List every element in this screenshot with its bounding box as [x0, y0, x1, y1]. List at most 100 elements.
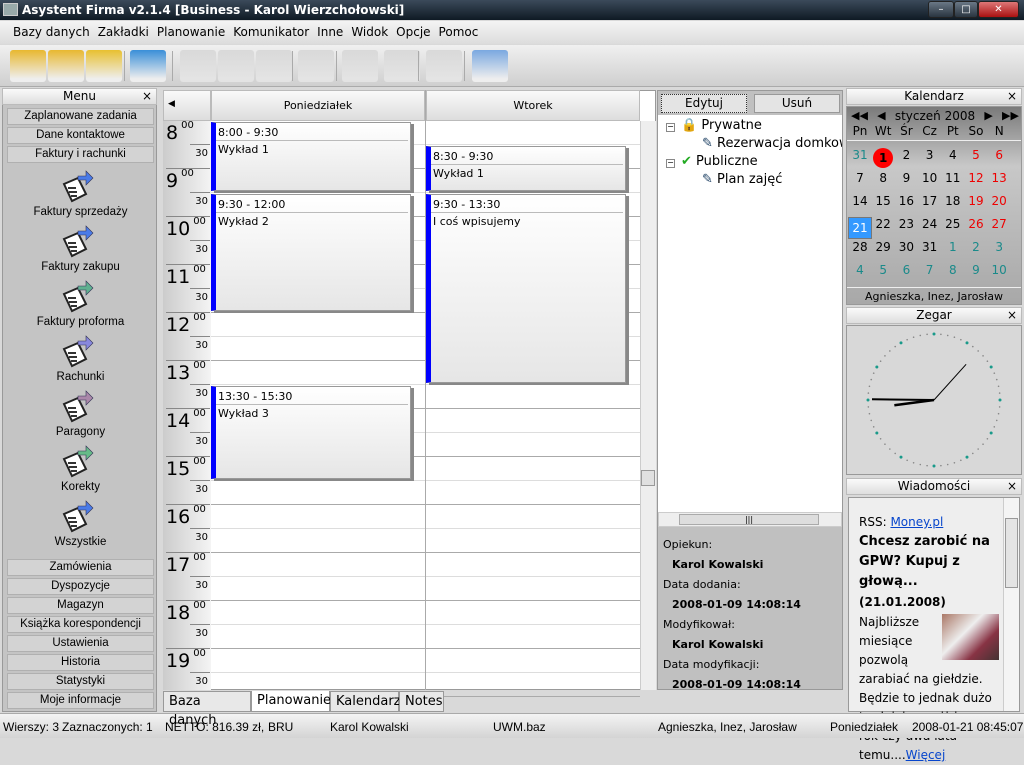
remove-icon[interactable] — [256, 50, 292, 82]
calendar-day[interactable]: 8 — [871, 171, 895, 185]
menu-7[interactable]: Pomoc — [439, 25, 479, 39]
menu-3[interactable]: Komunikator — [233, 25, 309, 39]
calendar-day[interactable]: 1 — [873, 148, 894, 168]
calendar-day[interactable]: 13 — [987, 171, 1011, 185]
close-db-icon[interactable] — [86, 50, 122, 82]
calendar-day[interactable]: 10 — [987, 263, 1011, 277]
sidebar-icon-label[interactable]: Wszystkie — [7, 536, 154, 548]
close-icon[interactable]: × — [1007, 479, 1017, 494]
calendar-day[interactable]: 7 — [918, 263, 942, 277]
calendar-day[interactable]: 18 — [941, 194, 965, 208]
invoice-icon[interactable] — [60, 280, 94, 314]
sidebar-item[interactable]: Moje informacje — [7, 692, 154, 709]
tree-group[interactable]: − ✔ Publiczne — [666, 154, 758, 169]
day-header[interactable]: Poniedziałek — [211, 90, 425, 121]
check-icon[interactable] — [298, 50, 334, 82]
add-icon[interactable] — [180, 50, 216, 82]
menu-1[interactable]: Zakładki — [98, 25, 149, 39]
calendar-day[interactable]: 24 — [918, 217, 942, 231]
close-icon[interactable]: × — [142, 89, 152, 104]
calendar-day[interactable]: 4 — [941, 148, 965, 162]
calendar-day[interactable]: 11 — [941, 171, 965, 185]
menu-0[interactable]: Bazy danych — [13, 25, 90, 39]
horizontal-scrollbar[interactable]: ||| — [658, 512, 842, 527]
sidebar-item[interactable]: Faktury i rachunki — [7, 146, 154, 163]
calendar-day[interactable]: 5 — [871, 263, 895, 277]
sidebar-item[interactable]: Zaplanowane zadania — [7, 108, 154, 125]
calendar-day[interactable]: 4 — [848, 263, 872, 277]
calendar-day[interactable]: 2 — [894, 148, 918, 162]
calendar-day[interactable]: 9 — [964, 263, 988, 277]
delete-button[interactable]: Usuń — [754, 94, 840, 113]
sidebar-icon-label[interactable]: Faktury zakupu — [7, 261, 154, 273]
menu-6[interactable]: Opcje — [396, 25, 430, 39]
calendar-day[interactable]: 31 — [848, 148, 872, 162]
edit-icon[interactable] — [218, 50, 254, 82]
sidebar-item[interactable]: Książka korespondencji — [7, 616, 154, 633]
menu-2[interactable]: Planowanie — [157, 25, 225, 39]
news-headline[interactable]: Chcesz zarobić na GPW? Kupuj z głową... — [859, 534, 990, 589]
calendar-day[interactable]: 5 — [964, 148, 988, 162]
sidebar-icon-label[interactable]: Paragony — [7, 426, 154, 438]
calendar-day[interactable]: 15 — [871, 194, 895, 208]
calendar-day[interactable]: 7 — [848, 171, 872, 185]
sidebar-item[interactable]: Dyspozycje — [7, 578, 154, 595]
invoice-icon[interactable] — [60, 445, 94, 479]
calendar-day[interactable]: 20 — [987, 194, 1011, 208]
event[interactable]: 8:30 - 9:30 Wykład 1 — [426, 146, 626, 191]
open-db-icon[interactable] — [10, 50, 46, 82]
invoice-icon[interactable] — [60, 500, 94, 534]
minimize-button[interactable]: – — [928, 1, 954, 18]
invoice-icon[interactable] — [60, 390, 94, 424]
calendar-day[interactable]: 9 — [894, 171, 918, 185]
tree-group[interactable]: − 🔒 Prywatne — [666, 118, 762, 133]
calendar-day[interactable]: 28 — [848, 240, 872, 254]
export-icon[interactable] — [342, 50, 378, 82]
sidebar-icon-label[interactable]: Rachunki — [7, 371, 154, 383]
close-icon[interactable]: × — [1007, 89, 1017, 104]
scroll-left-button[interactable]: ◀ — [163, 90, 211, 121]
news-scrollbar[interactable] — [1003, 498, 1019, 711]
calendar-day[interactable]: 12 — [964, 171, 988, 185]
calendar-day[interactable]: 30 — [894, 240, 918, 254]
event[interactable]: 9:30 - 12:00 Wykład 2 — [211, 194, 411, 311]
calendar-day[interactable]: 21 — [848, 217, 872, 239]
edit-button[interactable]: Edytuj — [661, 94, 747, 113]
calendar-day[interactable]: 31 — [918, 240, 942, 254]
calendar-day[interactable]: 26 — [964, 217, 988, 231]
calendar-day[interactable]: 1 — [941, 240, 965, 254]
prev-month-icon[interactable]: ◀ — [877, 109, 885, 123]
event[interactable]: 13:30 - 15:30 Wykład 3 — [211, 386, 411, 479]
close-icon[interactable]: × — [1007, 308, 1017, 323]
menu-5[interactable]: Widok — [351, 25, 388, 39]
event[interactable]: 9:30 - 13:30 I coś wpisujemy — [426, 194, 626, 383]
tab-planowanie[interactable]: Planowanie — [251, 691, 331, 712]
calendar-day[interactable]: 27 — [987, 217, 1011, 231]
maximize-button[interactable]: □ — [954, 1, 978, 18]
sidebar-item[interactable]: Zamówienia — [7, 559, 154, 576]
print-icon[interactable] — [130, 50, 166, 82]
calendar-day[interactable]: 10 — [918, 171, 942, 185]
calendar-day[interactable]: 3 — [987, 240, 1011, 254]
invoice-icon[interactable] — [60, 170, 94, 204]
calendar-day[interactable]: 6 — [987, 148, 1011, 162]
tab-baza-danych[interactable]: Baza danych — [163, 691, 251, 728]
calculator-icon[interactable] — [472, 50, 508, 82]
calendar-day[interactable]: 6 — [894, 263, 918, 277]
sidebar-icon-label[interactable]: Korekty — [7, 481, 154, 493]
import-icon[interactable] — [384, 50, 420, 82]
calendar-day[interactable]: 22 — [871, 217, 895, 231]
news-source-link[interactable]: Money.pl — [890, 515, 943, 529]
tab-kalendarz[interactable]: Kalendarz — [330, 691, 401, 712]
sidebar-icon-label[interactable]: Faktury proforma — [7, 316, 154, 328]
next-month-icon[interactable]: ▶ — [984, 109, 992, 123]
day-header[interactable]: Wtorek — [426, 90, 640, 121]
mail-icon[interactable] — [426, 50, 462, 82]
scrollbar-thumb[interactable] — [641, 470, 655, 486]
calendar-day[interactable]: 17 — [918, 194, 942, 208]
event[interactable]: 8:00 - 9:30 Wykład 1 — [211, 122, 411, 191]
close-button[interactable]: ✕ — [978, 1, 1019, 18]
sidebar-item[interactable]: Statystyki — [7, 673, 154, 690]
news-more-link[interactable]: Więcej — [906, 748, 946, 762]
sidebar-item[interactable]: Ustawienia — [7, 635, 154, 652]
